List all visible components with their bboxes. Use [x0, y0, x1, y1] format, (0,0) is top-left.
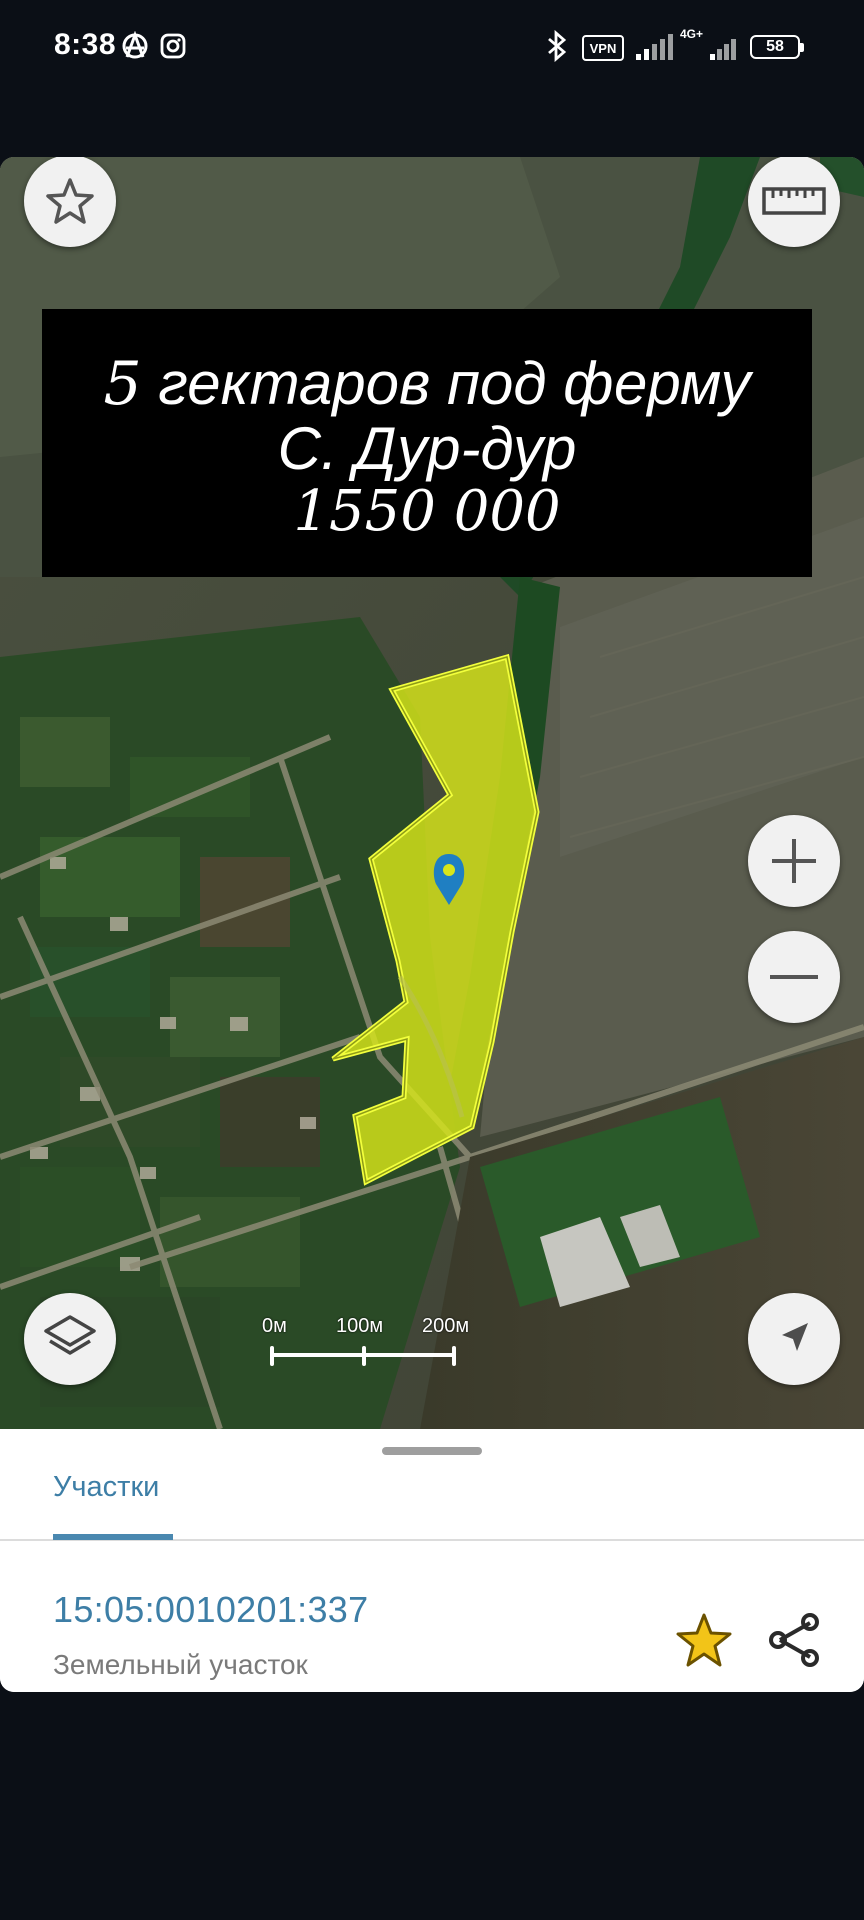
signal-icon — [636, 34, 673, 60]
status-bar: 8:38 VPN 4G+ 58 — [0, 0, 864, 95]
cadastral-number[interactable]: 15:05:0010201:337 — [53, 1589, 368, 1631]
battery-icon: 58 — [750, 35, 804, 59]
overlay-title-text: гектаров под ферму — [141, 350, 751, 417]
my-location-button[interactable] — [748, 1293, 840, 1385]
layers-icon — [44, 1315, 96, 1355]
ruler-icon — [762, 187, 826, 215]
overlay-title: 5 гектаров под ферму — [42, 349, 812, 419]
ruler-fab[interactable] — [748, 157, 840, 247]
zoom-in-button[interactable] — [748, 815, 840, 907]
overlay-title-number: 5 — [103, 349, 142, 419]
layers-button[interactable] — [24, 1293, 116, 1385]
instagram-icon — [160, 33, 186, 59]
favorites-star-icon — [46, 178, 94, 224]
zoom-out-button[interactable] — [748, 931, 840, 1023]
bottom-sheet[interactable]: Участки 15:05:0010201:337 Земельный учас… — [0, 1429, 864, 1692]
signal-4g-icon — [710, 39, 736, 60]
network-type-label: 4G+ — [680, 27, 704, 41]
map-scale: 0м 100м 200м — [262, 1315, 469, 1375]
zoom-out-icon — [770, 975, 818, 979]
satellite-map[interactable]: 5 гектаров под ферму С. Дур-дур 1550 000 — [0, 157, 864, 1429]
status-time: 8:38 — [54, 28, 117, 61]
app-window: 5 гектаров под ферму С. Дур-дур 1550 000 — [0, 157, 864, 1692]
add-to-favorites-button[interactable] — [672, 1609, 736, 1673]
navigation-arrow-icon — [782, 1323, 808, 1351]
vpn-icon: VPN — [582, 35, 624, 61]
share-button[interactable] — [766, 1611, 824, 1669]
favorite-star-icon — [676, 1613, 732, 1667]
scale-label-200: 200м — [422, 1315, 470, 1337]
overlay-price: 1550 000 — [293, 479, 561, 544]
sheet-drag-handle[interactable] — [382, 1447, 482, 1455]
parcel-type: Земельный участок — [53, 1649, 308, 1680]
tab-active-indicator — [53, 1534, 173, 1540]
scale-bar — [270, 1346, 456, 1366]
favorites-fab[interactable] — [24, 157, 116, 247]
tab-parcels[interactable]: Участки — [53, 1471, 159, 1504]
bluetooth-icon — [548, 30, 567, 62]
zoom-in-icon — [772, 839, 816, 883]
anarchy-icon — [122, 31, 148, 59]
listing-overlay: 5 гектаров под ферму С. Дур-дур 1550 000 — [42, 309, 812, 577]
share-icon — [769, 1613, 819, 1667]
overlay-location: С. Дур-дур — [277, 415, 577, 482]
scale-label-100: 100м — [336, 1315, 384, 1337]
scale-label-0: 0м — [262, 1315, 287, 1337]
